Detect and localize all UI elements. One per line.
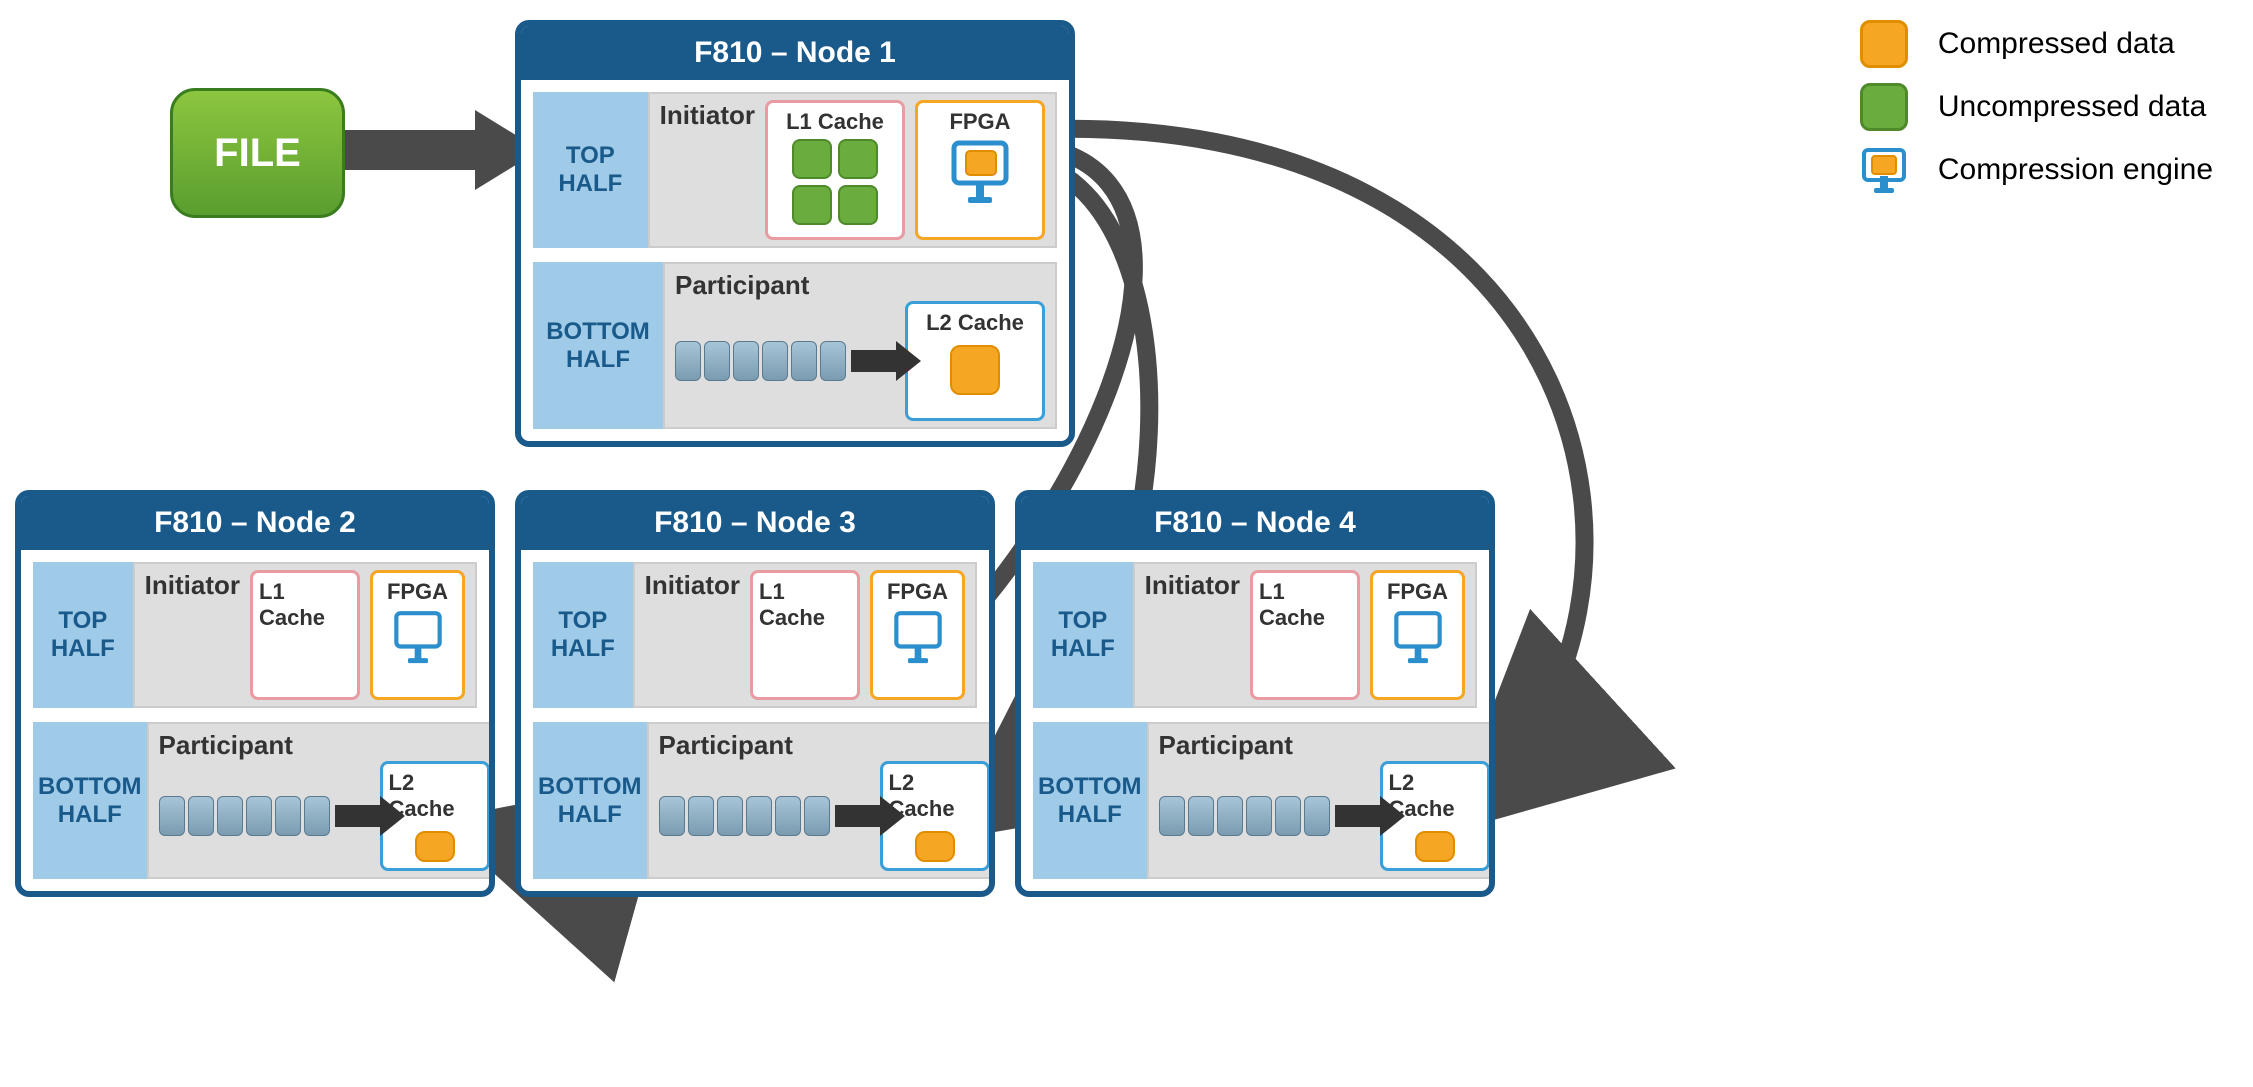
compressed-data-icon	[915, 831, 955, 862]
participant-row: L2 Cache	[675, 301, 1045, 421]
fpga-box: FPGA	[915, 100, 1045, 240]
initiator-label: Initiator	[145, 570, 240, 601]
disk-array-icon	[159, 796, 330, 836]
node-1-bottom-half: BOTTOM HALF Participant L2 Cache	[533, 262, 1057, 429]
l1-cache-box: L1 Cache	[750, 570, 860, 700]
l1-cache-title: L1 Cache	[1259, 579, 1351, 631]
node-1: F810 – Node 1 TOP HALF Initiator L1 Cach…	[515, 20, 1075, 447]
node-4-bottom-content: Participant L2 Cache	[1147, 722, 1495, 879]
initiator-label: Initiator	[1145, 570, 1240, 601]
compression-engine-icon	[1393, 609, 1443, 669]
node-4-top-half: TOP HALF Initiator L1 Cache FPGA	[1033, 562, 1477, 708]
legend-compressed: Compressed data	[1860, 20, 2213, 68]
l1-data-grid	[792, 139, 878, 225]
node-3-body: TOP HALF Initiator L1 Cache FPGA BOTTOM …	[521, 550, 989, 891]
compressed-swatch-icon	[1860, 20, 1908, 68]
node-1-bottom-content: Participant L2 Cache	[663, 262, 1057, 429]
node-3-bottom-content: Participant L2 Cache	[647, 722, 995, 879]
legend-compressed-label: Compressed data	[1938, 27, 2175, 61]
disk-array-icon	[1159, 796, 1330, 836]
compressed-data-icon	[415, 831, 455, 862]
uncompressed-data-icon	[792, 185, 832, 225]
initiator-label: Initiator	[645, 570, 740, 601]
node-3: F810 – Node 3 TOP HALF Initiator L1 Cach…	[515, 490, 995, 897]
fpga-title: FPGA	[949, 109, 1010, 135]
node-3-top-content: Initiator L1 Cache FPGA	[633, 562, 977, 708]
compression-engine-icon	[950, 139, 1010, 209]
top-half-label: TOP HALF	[533, 562, 633, 708]
compression-engine-icon	[1860, 146, 1908, 194]
legend-uncompressed: Uncompressed data	[1860, 83, 2213, 131]
participant-row: L2 Cache	[159, 761, 490, 871]
node-4: F810 – Node 4 TOP HALF Initiator L1 Cach…	[1015, 490, 1495, 897]
bottom-half-label: BOTTOM HALF	[33, 722, 147, 879]
fpga-title: FPGA	[387, 579, 448, 605]
node-1-top-half: TOP HALF Initiator L1 Cache FPGA	[533, 92, 1057, 248]
uncompressed-data-icon	[838, 139, 878, 179]
node-1-title: F810 – Node 1	[521, 26, 1069, 80]
participant-label: Participant	[675, 270, 809, 301]
legend: Compressed data Uncompressed data Compre…	[1860, 20, 2213, 209]
node-2-top-half: TOP HALF Initiator L1 Cache FPGA	[33, 562, 477, 708]
legend-engine: Compression engine	[1860, 146, 2213, 194]
participant-label: Participant	[659, 730, 793, 761]
arrow-icon	[835, 805, 880, 827]
top-half-label: TOP HALF	[1033, 562, 1133, 708]
node-4-top-content: Initiator L1 Cache FPGA	[1133, 562, 1477, 708]
node-2-bottom-content: Participant L2 Cache	[147, 722, 495, 879]
compressed-data-icon	[1415, 831, 1455, 862]
compressed-data-icon	[950, 345, 1000, 395]
node-3-title: F810 – Node 3	[521, 496, 989, 550]
participant-row: L2 Cache	[659, 761, 990, 871]
node-1-body: TOP HALF Initiator L1 Cache FPGA	[521, 80, 1069, 441]
l1-cache-title: L1 Cache	[759, 579, 851, 631]
legend-engine-label: Compression engine	[1938, 153, 2213, 187]
l1-cache-box: L1 Cache	[765, 100, 905, 240]
disk-array-icon	[659, 796, 830, 836]
participant-row: L2 Cache	[1159, 761, 1490, 871]
disk-array-icon	[675, 341, 846, 381]
top-half-label: TOP HALF	[33, 562, 133, 708]
l2-cache-box: L2 Cache	[905, 301, 1045, 421]
node-4-bottom-half: BOTTOM HALF Participant L2 Cache	[1033, 722, 1477, 879]
node-2-bottom-half: BOTTOM HALF Participant L2 Cache	[33, 722, 477, 879]
legend-uncompressed-label: Uncompressed data	[1938, 90, 2206, 124]
compression-engine-icon	[393, 609, 443, 669]
fpga-box: FPGA	[870, 570, 965, 700]
compression-engine-icon	[893, 609, 943, 669]
node-1-top-content: Initiator L1 Cache FPGA	[648, 92, 1057, 248]
uncompressed-data-icon	[838, 185, 878, 225]
participant-label: Participant	[1159, 730, 1293, 761]
bottom-half-label: BOTTOM HALF	[533, 262, 663, 429]
l1-cache-title: L1 Cache	[786, 109, 884, 135]
node-2-top-content: Initiator L1 Cache FPGA	[133, 562, 477, 708]
node-2: F810 – Node 2 TOP HALF Initiator L1 Cach…	[15, 490, 495, 897]
participant-label: Participant	[159, 730, 293, 761]
l2-cache-title: L2 Cache	[926, 310, 1024, 336]
node-3-top-half: TOP HALF Initiator L1 Cache FPGA	[533, 562, 977, 708]
fpga-title: FPGA	[1387, 579, 1448, 605]
l1-cache-title: L1 Cache	[259, 579, 351, 631]
node-2-title: F810 – Node 2	[21, 496, 489, 550]
bottom-half-label: BOTTOM HALF	[533, 722, 647, 879]
uncompressed-data-icon	[792, 139, 832, 179]
arrow-icon	[851, 350, 896, 372]
arrow-icon	[1335, 805, 1380, 827]
node-4-title: F810 – Node 4	[1021, 496, 1489, 550]
l1-cache-box: L1 Cache	[250, 570, 360, 700]
file-label: FILE	[214, 131, 301, 176]
file-box: FILE	[170, 88, 345, 218]
node-3-bottom-half: BOTTOM HALF Participant L2 Cache	[533, 722, 977, 879]
fpga-title: FPGA	[887, 579, 948, 605]
arrow-icon	[335, 805, 380, 827]
node-4-body: TOP HALF Initiator L1 Cache FPGA BOTTOM …	[1021, 550, 1489, 891]
top-half-label: TOP HALF	[533, 92, 648, 248]
bottom-half-label: BOTTOM HALF	[1033, 722, 1147, 879]
initiator-label: Initiator	[660, 100, 755, 131]
node-2-body: TOP HALF Initiator L1 Cache FPGA BOTTOM …	[21, 550, 489, 891]
l1-cache-box: L1 Cache	[1250, 570, 1360, 700]
fpga-box: FPGA	[370, 570, 465, 700]
fpga-box: FPGA	[1370, 570, 1465, 700]
uncompressed-swatch-icon	[1860, 83, 1908, 131]
